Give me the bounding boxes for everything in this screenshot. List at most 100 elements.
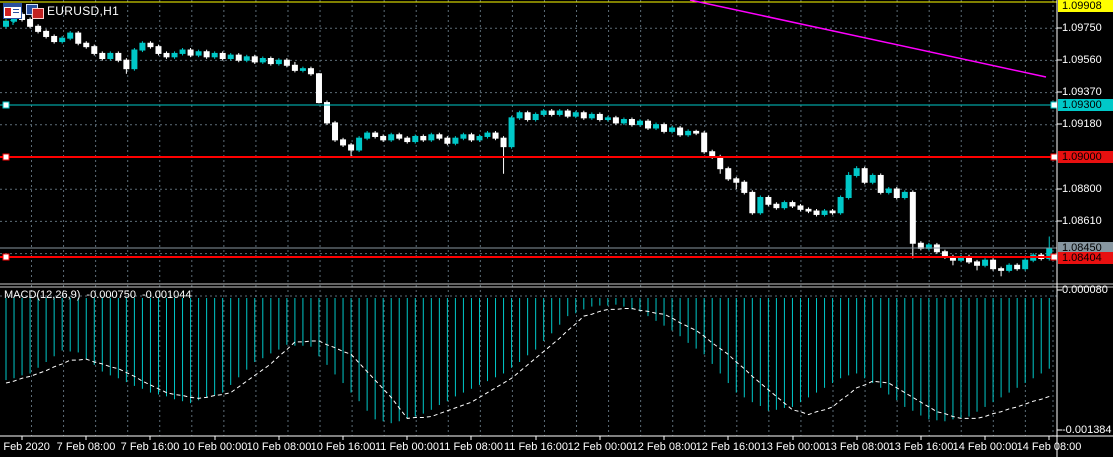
price-tick-label: 1.09180 <box>1062 118 1102 130</box>
candle-body <box>1014 264 1021 270</box>
line-selection-handle[interactable] <box>1050 101 1058 109</box>
candle-body <box>91 46 98 54</box>
price-tick-label: 1.09750 <box>1062 22 1102 34</box>
time-axis-label: 10 Feb 16:00 <box>310 441 376 453</box>
candle-body <box>131 49 138 70</box>
candle-body <box>829 210 836 214</box>
candle-body <box>837 196 844 214</box>
candle-body <box>283 59 290 66</box>
candle-body <box>556 110 563 115</box>
candle-body <box>380 135 387 141</box>
chart-plot-area[interactable] <box>0 0 1113 457</box>
mt4-chart-window: EURUSD,H1 MACD(12,26,9) -0.000750 -0.00104… <box>0 0 1113 457</box>
candle-body <box>412 135 419 143</box>
candle-body <box>636 120 643 126</box>
candle-body <box>203 51 210 58</box>
symbol-timeframe-label: EURUSD,H1 <box>47 4 120 18</box>
candle-body <box>532 113 539 121</box>
candle-body <box>67 32 74 39</box>
price-tick-label: 1.08800 <box>1062 183 1102 195</box>
candle-body <box>356 137 363 151</box>
candle-body <box>123 59 130 70</box>
candle-body <box>1022 259 1029 270</box>
candle-body <box>596 113 603 121</box>
candle-body <box>628 119 635 126</box>
candle-body <box>291 64 298 71</box>
macd-scale-top-label: 0.000080 <box>1062 284 1108 296</box>
candle-body <box>773 203 780 209</box>
line-selection-handle[interactable] <box>1050 253 1058 261</box>
time-axis-label: 11 Feb 08:00 <box>438 441 504 453</box>
candle-body <box>436 134 443 139</box>
time-axis-label: 14 Feb 08:00 <box>1016 441 1082 453</box>
candle-body <box>572 112 579 117</box>
candle-body <box>299 68 306 71</box>
candle-body <box>853 168 860 176</box>
candle-body <box>332 122 339 141</box>
time-axis-label: 13 Feb 08:00 <box>824 441 890 453</box>
time-axis-label: 13 Feb 00:00 <box>760 441 826 453</box>
candle-body <box>620 119 627 124</box>
red-line-1-price-badge: 1.09000 <box>1058 151 1113 163</box>
candle-body <box>805 208 812 212</box>
candle-body <box>404 137 411 143</box>
line-selection-handle[interactable] <box>1050 153 1058 161</box>
line-selection-handle[interactable] <box>2 153 10 161</box>
time-axis-label: 13 Feb 16:00 <box>888 441 954 453</box>
macd-signal-value: -0.001044 <box>141 289 192 301</box>
candle-body <box>693 130 700 134</box>
candle-body <box>187 49 194 56</box>
macd-scale-bottom-label: -0.001384 <box>1062 424 1112 436</box>
candle-body <box>861 168 868 183</box>
candle-body <box>51 35 58 43</box>
candle-body <box>35 25 42 32</box>
chart-window-icon <box>3 3 22 19</box>
candle-body <box>717 156 724 170</box>
candle-body <box>669 127 676 132</box>
candle-body <box>580 112 587 119</box>
candle-body <box>757 196 764 214</box>
candle-body <box>797 205 804 210</box>
yellow-line-price-badge: 1.09908 <box>1058 0 1113 12</box>
candle-body <box>75 32 82 44</box>
candle-body <box>974 261 981 266</box>
candle-body <box>211 52 218 58</box>
candle-body <box>195 51 202 56</box>
candle-body <box>893 188 900 198</box>
line-selection-handle[interactable] <box>2 253 10 261</box>
candle-body <box>845 174 852 198</box>
candle-body <box>99 52 106 60</box>
candle-body <box>235 54 242 61</box>
candle-body <box>452 137 459 144</box>
candle-body <box>139 42 146 51</box>
candle-body <box>315 73 322 104</box>
candle-body <box>492 132 499 139</box>
candle-body <box>612 117 619 124</box>
candle-body <box>364 132 371 139</box>
candle-body <box>115 52 122 61</box>
candle-body <box>645 120 651 129</box>
candle-body <box>460 134 467 139</box>
candle-body <box>227 54 234 60</box>
candle-body <box>171 52 178 58</box>
time-axis-label: 11 Feb 16:00 <box>503 441 569 453</box>
time-axis-label: 10 Feb 00:00 <box>182 441 248 453</box>
candle-body <box>677 127 684 136</box>
candle-body <box>163 52 170 58</box>
candle-body <box>741 181 748 193</box>
candle-body <box>396 134 403 139</box>
candle-body <box>885 188 892 193</box>
candle-body <box>877 174 884 193</box>
candle-body <box>275 59 282 65</box>
time-axis-label: 12 Feb 08:00 <box>631 441 697 453</box>
candle-body <box>179 49 186 54</box>
candle-body <box>548 110 555 115</box>
candle-body <box>789 202 796 207</box>
candle-body <box>243 56 250 61</box>
candle-body <box>348 144 355 151</box>
macd-main-value: -0.000750 <box>86 289 136 301</box>
candle-body <box>307 68 314 75</box>
candle-body <box>468 134 475 141</box>
candle-body <box>59 37 66 43</box>
line-selection-handle[interactable] <box>2 101 10 109</box>
